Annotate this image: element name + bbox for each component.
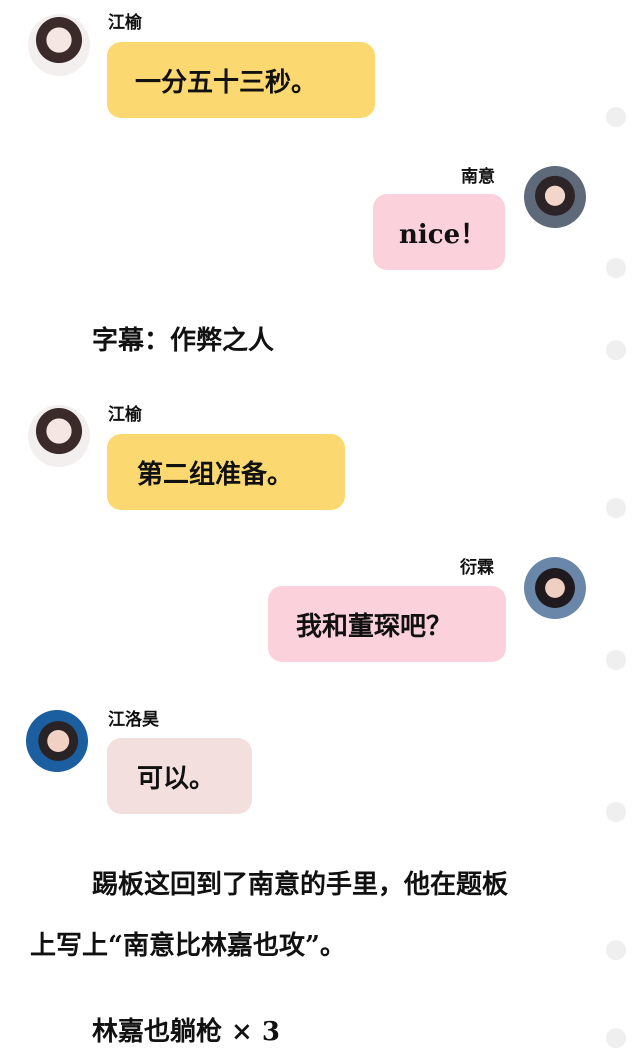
message-text: nice！ — [399, 219, 487, 250]
scroll-dot[interactable] — [606, 940, 626, 960]
chat-bubble[interactable]: 可以。 — [107, 738, 252, 814]
message-text: 我和董琛吧？ — [296, 611, 453, 642]
narration-line: 上写上“南意比林嘉也攻”。 — [30, 931, 346, 961]
avatar[interactable] — [28, 14, 90, 76]
message-text: 第二组准备。 — [137, 459, 294, 490]
subtitle-caption: 字幕：作弊之人 — [92, 326, 275, 356]
avatar[interactable] — [524, 557, 586, 619]
message-text: 一分五十三秒。 — [135, 67, 318, 98]
chat-bubble[interactable]: 我和董琛吧？ — [268, 586, 506, 662]
avatar[interactable] — [28, 405, 90, 467]
avatar[interactable] — [26, 710, 88, 772]
sender-name: 衍霖 — [460, 558, 494, 578]
scroll-dot[interactable] — [606, 1028, 626, 1048]
message-text: 可以。 — [137, 763, 216, 794]
scroll-dot[interactable] — [606, 107, 626, 127]
scroll-dot[interactable] — [606, 802, 626, 822]
sender-name: 江榆 — [108, 405, 142, 425]
scroll-dot[interactable] — [606, 650, 626, 670]
scroll-dot[interactable] — [606, 258, 626, 278]
chat-bubble[interactable]: 第二组准备。 — [107, 434, 345, 510]
sender-name: 南意 — [461, 167, 495, 187]
sender-name: 江榆 — [108, 13, 142, 33]
sender-name: 江洛昊 — [108, 710, 159, 730]
avatar[interactable] — [524, 166, 586, 228]
chat-bubble[interactable]: 一分五十三秒。 — [107, 42, 375, 118]
scroll-dot[interactable] — [606, 340, 626, 360]
narration-line: 踢板这回到了南意的手里，他在题板 — [92, 870, 509, 900]
scroll-dot[interactable] — [606, 498, 626, 518]
chat-bubble[interactable]: nice！ — [373, 194, 505, 270]
narration-tally: 林嘉也躺枪 × 3 — [92, 1017, 280, 1047]
